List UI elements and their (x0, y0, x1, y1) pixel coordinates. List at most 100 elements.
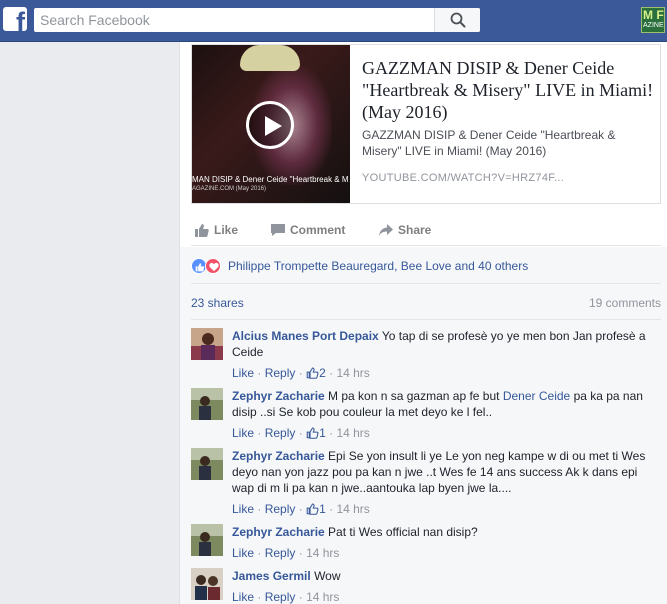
share-arrow-icon (379, 224, 393, 236)
comment-like-count[interactable]: 1 (319, 502, 326, 516)
separator: · (257, 590, 262, 604)
thumbs-up-icon (306, 367, 319, 379)
avatar[interactable] (191, 448, 223, 480)
comment-item: Zephyr Zacharie Pat ti Wes official nan … (191, 524, 661, 564)
shared-link-title[interactable]: GAZZMAN DISIP & Dener Ceide "Heartbreak … (362, 57, 654, 123)
comment-body: Zephyr Zacharie Pat ti Wes official nan … (232, 524, 660, 540)
thumbs-up-icon (306, 427, 319, 439)
separator: · (298, 426, 303, 440)
reactions-summary[interactable]: Philippe Trompette Beauregard, Bee Love … (191, 256, 661, 276)
comment-body: Alcius Manes Port Depaix Yo tap di se pr… (232, 328, 660, 360)
comment-like-link[interactable]: Like (232, 366, 254, 380)
comment-like-count[interactable]: 2 (319, 366, 326, 380)
comment-time[interactable]: 14 hrs (336, 426, 369, 440)
separator: · (329, 502, 334, 516)
separator: · (257, 426, 262, 440)
comment-meta: Like · Reply · 2 · 14 hrs (232, 366, 370, 380)
comment-item: James Germil Wow Like · Reply · 14 hrs (191, 568, 661, 604)
comment-body: Zephyr Zacharie M pa kon n sa gazman ap … (232, 388, 660, 420)
search-button[interactable] (434, 8, 480, 32)
search-input[interactable] (34, 8, 434, 32)
divider (191, 283, 661, 284)
comment-author[interactable]: Alcius Manes Port Depaix (232, 329, 379, 343)
comment-like-count[interactable]: 1 (319, 426, 326, 440)
comment-item: Zephyr Zacharie Epi Se yon insult li ye … (191, 448, 661, 516)
facebook-logo-letter: f (16, 7, 25, 32)
facebook-logo[interactable]: f (3, 7, 27, 31)
comments-count[interactable]: 19 comments (589, 296, 661, 310)
comment-mention-link[interactable]: Dener Ceide (503, 389, 570, 403)
comment-label: Comment (290, 223, 346, 237)
separator: · (298, 502, 303, 516)
comment-author[interactable]: James Germil (232, 569, 311, 583)
comment-reply-link[interactable]: Reply (265, 502, 296, 516)
comment-meta: Like · Reply · 14 hrs (232, 590, 339, 604)
like-button[interactable]: Like (194, 222, 254, 240)
thumbs-up-icon (306, 503, 319, 515)
play-triangle-icon (265, 116, 282, 136)
video-thumbnail[interactable]: MAN DISIP & Dener Ceide "Heartbreak & M … (192, 45, 350, 203)
comment-like-link[interactable]: Like (232, 546, 254, 560)
comment-body: Zephyr Zacharie Epi Se yon insult li ye … (232, 448, 660, 496)
comment-reply-link[interactable]: Reply (265, 546, 296, 560)
separator: · (298, 366, 303, 380)
comment-author[interactable]: Zephyr Zacharie (232, 449, 325, 463)
thumbnail-hair (240, 45, 300, 71)
comment-text: Wow (314, 569, 341, 583)
comment-time[interactable]: 14 hrs (306, 590, 339, 604)
avatar[interactable] (191, 524, 223, 556)
separator: · (257, 502, 262, 516)
comment-item: Alcius Manes Port Depaix Yo tap di se pr… (191, 328, 661, 380)
thumbnail-caption-small: AGAZINE.COM (May 2016) (192, 186, 267, 192)
love-reaction-icon (205, 258, 221, 274)
comment-author[interactable]: Zephyr Zacharie (232, 389, 325, 403)
comment-reply-link[interactable]: Reply (265, 366, 296, 380)
like-label: Like (214, 223, 239, 237)
share-label: Share (398, 223, 432, 237)
post-card: MAN DISIP & Dener Ceide "Heartbreak & M … (179, 42, 667, 604)
magazine-logo: M F AZINE (641, 7, 665, 33)
shared-link-description: GAZZMAN DISIP & Dener Ceide "Heartbreak … (362, 128, 616, 158)
magazine-logo-top: M F (643, 8, 664, 22)
thumbs-up-icon (195, 224, 209, 237)
reaction-names[interactable]: Philippe Trompette Beauregard, Bee Love … (228, 259, 528, 273)
shared-link-url[interactable]: YOUTUBE.COM/WATCH?V=HRZ74F... (362, 172, 654, 184)
comment-time[interactable]: 14 hrs (306, 546, 339, 560)
comment-meta: Like · Reply · 1 · 14 hrs (232, 502, 370, 516)
comment-body: James Germil Wow (232, 568, 660, 584)
comment-button[interactable]: Comment (270, 222, 360, 240)
comment-time[interactable]: 14 hrs (336, 502, 369, 516)
comment-item: Zephyr Zacharie M pa kon n sa gazman ap … (191, 388, 661, 440)
share-button[interactable]: Share (378, 222, 448, 240)
post-action-bar: Like Comment Share (191, 214, 661, 246)
shares-count[interactable]: 23 shares (191, 296, 244, 310)
avatar[interactable] (191, 388, 223, 420)
avatar[interactable] (191, 328, 223, 360)
comment-meta: Like · Reply · 14 hrs (232, 546, 339, 560)
avatar[interactable] (191, 568, 223, 600)
comment-text: Pat ti Wes official nan disip? (328, 525, 478, 539)
comment-reply-link[interactable]: Reply (265, 426, 296, 440)
comment-like-link[interactable]: Like (232, 502, 254, 516)
separator: · (298, 546, 303, 560)
top-bar: f M F AZINE (0, 0, 667, 42)
separator: · (298, 590, 303, 604)
separator: · (257, 366, 262, 380)
magnifier-icon (450, 12, 466, 28)
comments-section: Philippe Trompette Beauregard, Bee Love … (180, 247, 667, 604)
comment-text: M pa kon n sa gazman ap fe but (328, 389, 500, 403)
speech-bubble-icon (271, 224, 285, 236)
separator: · (257, 546, 262, 560)
divider (191, 319, 661, 320)
comment-like-link[interactable]: Like (232, 590, 254, 604)
comment-like-link[interactable]: Like (232, 426, 254, 440)
play-icon[interactable] (246, 101, 294, 149)
magazine-logo-bottom: AZINE (643, 22, 664, 29)
separator: · (329, 426, 334, 440)
comment-reply-link[interactable]: Reply (265, 590, 296, 604)
comment-time[interactable]: 14 hrs (336, 366, 369, 380)
comment-meta: Like · Reply · 1 · 14 hrs (232, 426, 370, 440)
search-box (34, 8, 480, 32)
comment-author[interactable]: Zephyr Zacharie (232, 525, 325, 539)
shared-link-preview[interactable]: MAN DISIP & Dener Ceide "Heartbreak & M … (191, 44, 661, 204)
